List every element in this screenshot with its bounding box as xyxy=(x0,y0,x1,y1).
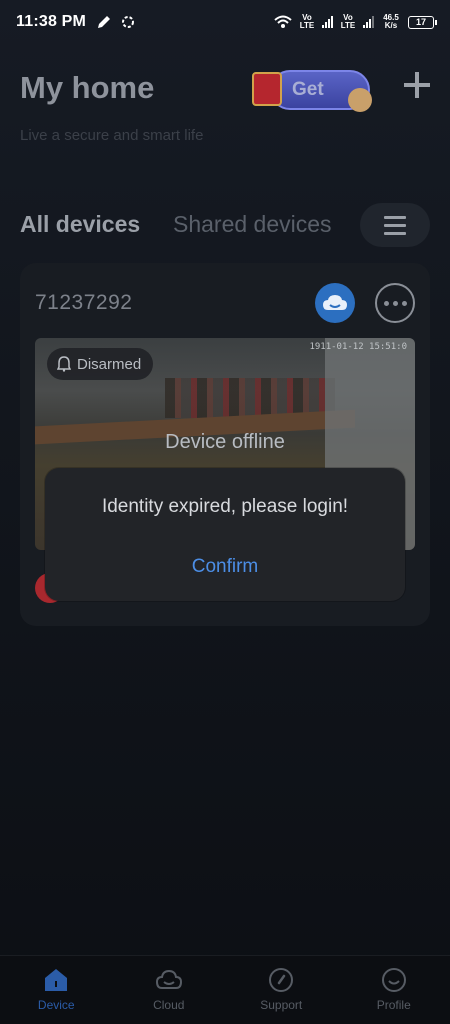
status-right-icons: Vo LTE Vo LTE 46.5 K/s 17 xyxy=(274,13,437,30)
status-left-icons xyxy=(96,14,136,30)
dot xyxy=(401,300,407,306)
cloud-icon xyxy=(323,295,347,310)
device-more-button[interactable] xyxy=(375,283,415,323)
arm-status-badge[interactable]: Disarmed xyxy=(47,348,154,380)
battery-level: 17 xyxy=(415,17,426,27)
signal-icon-1 xyxy=(322,16,333,28)
wifi-icon xyxy=(274,15,292,28)
status-time: 11:38 PM xyxy=(16,13,87,30)
nav-label-support: Support xyxy=(260,998,303,1012)
list-menu-button[interactable] xyxy=(360,203,430,247)
page-subtitle: Live a secure and smart life xyxy=(20,127,204,144)
menu-line xyxy=(384,231,406,235)
network-type-1: Vo LTE xyxy=(299,13,315,30)
arm-status-label: Disarmed xyxy=(77,355,142,373)
bottom-nav: Device Cloud Support Profile xyxy=(0,955,450,1024)
settings-sync-icon xyxy=(122,16,135,28)
nav-item-profile[interactable]: Profile xyxy=(338,956,450,1024)
page-title: My home xyxy=(20,70,155,105)
gift-icon xyxy=(252,72,282,106)
preview-timestamp: 1911-01-12 15:51:0 xyxy=(309,342,407,352)
add-device-button[interactable] xyxy=(400,68,434,102)
identity-expired-dialog: Identity expired, please login! Confirm xyxy=(45,468,405,601)
device-name: 71237292 xyxy=(35,291,133,314)
edit-pencil-icon xyxy=(98,16,111,28)
menu-line xyxy=(384,223,406,227)
dot xyxy=(383,300,389,306)
status-bar: 11:38 PM Vo LTE Vo LTE 46.5 K/s 17 xyxy=(0,0,450,44)
battery-icon: 17 xyxy=(408,15,437,29)
promo-label: Get xyxy=(292,79,324,100)
device-status-text: Device offline xyxy=(165,431,285,453)
nav-item-device[interactable]: Device xyxy=(0,956,113,1024)
cloud-icon xyxy=(155,969,182,989)
network-speed: 46.5 K/s xyxy=(383,13,399,30)
confirm-button[interactable]: Confirm xyxy=(165,556,285,578)
bell-icon xyxy=(57,356,71,372)
nav-item-cloud[interactable]: Cloud xyxy=(113,956,226,1024)
app-screen: 11:38 PM Vo LTE Vo LTE 46.5 K/s 17 My ho… xyxy=(0,0,450,1024)
signal-icon-2 xyxy=(363,16,374,28)
tab-shared-devices[interactable]: Shared devices xyxy=(173,211,332,238)
smiley-icon xyxy=(381,968,406,992)
network-type-2: Vo LTE xyxy=(340,13,356,30)
house-icon xyxy=(45,969,68,991)
cloud-storage-button[interactable] xyxy=(315,283,355,323)
promo-get-button[interactable]: Get xyxy=(252,66,374,114)
pointing-hand-icon xyxy=(348,88,372,112)
tab-all-devices[interactable]: All devices xyxy=(20,211,140,238)
dialog-message: Identity expired, please login! xyxy=(101,496,349,517)
nav-label-device: Device xyxy=(37,998,75,1012)
menu-line xyxy=(384,215,406,219)
compass-icon xyxy=(269,968,294,992)
nav-item-support[interactable]: Support xyxy=(225,956,338,1024)
dot xyxy=(392,300,398,306)
nav-label-profile: Profile xyxy=(376,998,411,1012)
nav-label-cloud: Cloud xyxy=(153,998,185,1012)
